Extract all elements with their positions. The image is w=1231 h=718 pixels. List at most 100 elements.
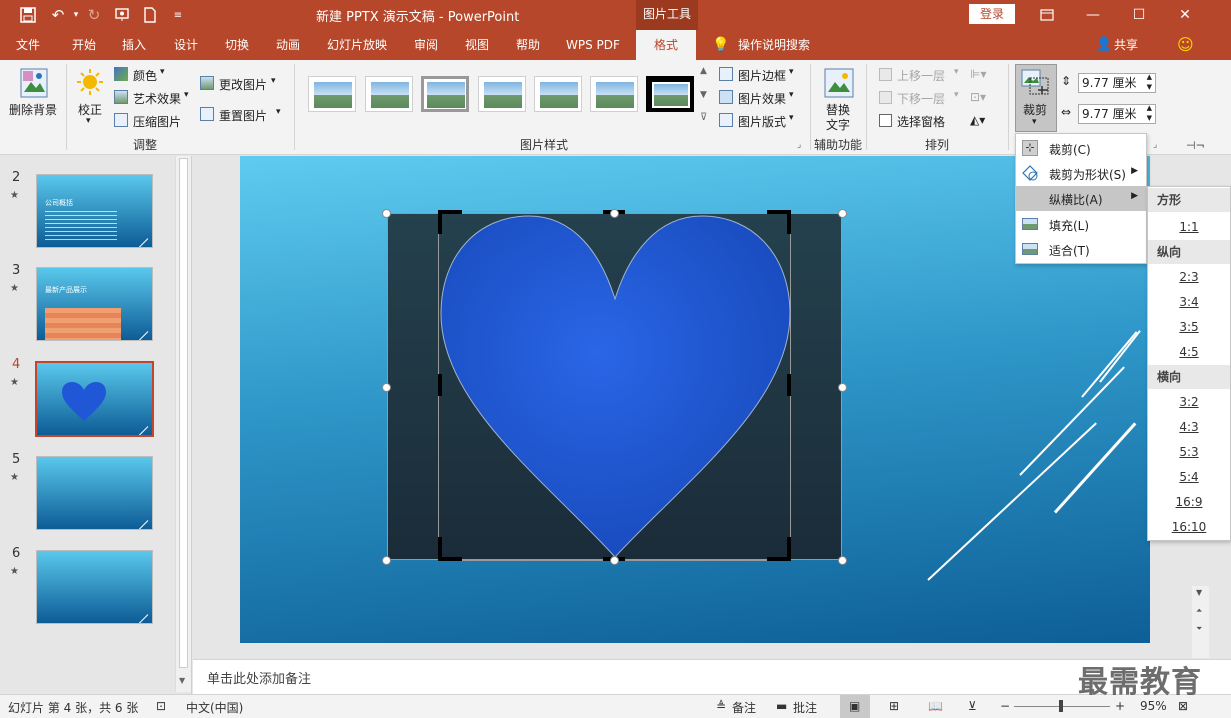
aspect-option-5-4[interactable]: 5:4 — [1148, 465, 1230, 490]
slide-thumbnail[interactable]: 最新产品展示 — [36, 267, 153, 341]
bring-forward-dropdown-icon[interactable]: ▾ — [954, 67, 959, 77]
crop-handle-left[interactable] — [438, 374, 442, 396]
resize-handle[interactable] — [610, 209, 619, 218]
reset-picture-dropdown-icon[interactable]: ▾ — [276, 107, 281, 117]
resize-handle[interactable] — [838, 556, 847, 565]
aspect-option-4-3[interactable]: 4:3 — [1148, 415, 1230, 440]
zoom-slider-thumb[interactable] — [1059, 700, 1063, 712]
picture-style-4[interactable] — [478, 76, 526, 112]
editor-scrollbar[interactable]: ▼ ⏶ ⏷ — [1192, 586, 1209, 658]
tell-me-search[interactable]: 操作说明搜索 — [738, 30, 810, 60]
resize-handle[interactable] — [382, 209, 391, 218]
slide-thumbnail[interactable] — [36, 550, 153, 624]
reset-picture-button[interactable]: 重置图片 — [219, 107, 267, 124]
menu-item-fit[interactable]: 适合(T) — [1016, 237, 1146, 262]
scroll-down-icon[interactable]: ▼ — [1196, 588, 1202, 597]
zoom-in-icon[interactable]: + — [1115, 699, 1125, 713]
tab-design[interactable]: 设计 — [174, 30, 198, 60]
tab-file[interactable]: 文件 — [16, 30, 40, 60]
corrections-icon[interactable] — [76, 68, 104, 99]
menu-item-crop-to-shape[interactable]: 裁剪为形状(S) ▶ — [1016, 161, 1146, 186]
language-indicator[interactable]: 中文(中国) — [186, 699, 243, 716]
menu-item-crop[interactable]: ⊹ 裁剪(C) — [1016, 136, 1146, 161]
artistic-effects-button[interactable]: 艺术效果 — [133, 90, 181, 107]
change-picture-button[interactable]: 更改图片 — [219, 76, 267, 93]
color-dropdown-icon[interactable]: ▾ — [160, 67, 165, 77]
slide-thumbnail-current[interactable] — [35, 361, 154, 437]
picture-layout-button[interactable]: 图片版式 — [738, 113, 786, 130]
picture-layout-dropdown-icon[interactable]: ▾ — [789, 113, 794, 123]
close-icon[interactable]: ✕ — [1162, 0, 1208, 30]
undo-icon[interactable]: ↶ — [48, 5, 68, 25]
tab-wps-pdf[interactable]: WPS PDF — [566, 30, 620, 60]
resize-handle[interactable] — [382, 556, 391, 565]
size-launcher-icon[interactable]: ⌟ — [1153, 140, 1157, 150]
aspect-option-3-2[interactable]: 3:2 — [1148, 390, 1230, 415]
slides-panel-scrollbar[interactable]: ▼ — [175, 156, 191, 692]
new-file-icon[interactable] — [140, 5, 160, 25]
selection-pane-button[interactable]: 选择窗格 — [897, 113, 945, 130]
previous-slide-icon[interactable]: ⏶ — [1196, 606, 1202, 616]
customize-toolbar-icon[interactable]: ≡ — [168, 5, 188, 25]
comments-toggle-button[interactable]: 批注 — [793, 699, 817, 716]
scrollbar-thumb[interactable] — [179, 158, 188, 668]
redo-icon[interactable]: ↻ — [84, 5, 104, 25]
crop-handle-top-right-v[interactable] — [787, 210, 791, 234]
height-spinner-icon[interactable]: ▲ ▼ — [1147, 72, 1152, 92]
resize-handle[interactable] — [610, 556, 619, 565]
tab-review[interactable]: 审阅 — [414, 30, 438, 60]
picture-style-6[interactable] — [590, 76, 638, 112]
change-picture-dropdown-icon[interactable]: ▾ — [271, 76, 276, 86]
rotate-icon[interactable]: ◭▾ — [970, 113, 985, 127]
spell-check-icon[interactable]: ⊡ — [156, 699, 166, 713]
slideshow-view-icon[interactable]: ⊻ — [968, 699, 977, 713]
aspect-option-4-5[interactable]: 4:5 — [1148, 340, 1230, 365]
send-backward-button[interactable]: 下移一层 — [897, 90, 945, 107]
picture-style-5[interactable] — [534, 76, 582, 112]
artistic-effects-dropdown-icon[interactable]: ▾ — [184, 90, 189, 100]
aspect-option-5-3[interactable]: 5:3 — [1148, 440, 1230, 465]
remove-background-icon[interactable] — [20, 68, 48, 101]
resize-handle[interactable] — [382, 383, 391, 392]
tab-view[interactable]: 视图 — [465, 30, 489, 60]
aspect-option-1-1[interactable]: 1:1 — [1148, 215, 1230, 240]
login-button[interactable]: 登录 — [969, 4, 1015, 24]
reading-view-icon[interactable]: 📖 — [928, 699, 943, 713]
aspect-option-3-5[interactable]: 3:5 — [1148, 315, 1230, 340]
alt-text-label-line2[interactable]: 文字 — [826, 116, 850, 133]
picture-border-button[interactable]: 图片边框 — [738, 67, 786, 84]
gallery-more-icon[interactable]: ⊽ — [700, 112, 707, 123]
resize-handle[interactable] — [838, 209, 847, 218]
corrections-dropdown-icon[interactable]: ▾ — [86, 116, 91, 126]
tab-help[interactable]: 帮助 — [516, 30, 540, 60]
height-input[interactable]: 9.77 厘米 ▲ ▼ — [1078, 73, 1156, 93]
crop-region[interactable] — [438, 211, 791, 561]
width-input[interactable]: 9.77 厘米 ▲ ▼ — [1078, 104, 1156, 124]
crop-handle-top-left-v[interactable] — [438, 210, 442, 234]
aspect-option-2-3[interactable]: 2:3 — [1148, 265, 1230, 290]
bring-forward-button[interactable]: 上移一层 — [897, 67, 945, 84]
collapse-ribbon-icon[interactable]: ⊣¬ — [1186, 139, 1205, 152]
picture-effects-button[interactable]: 图片效果 — [738, 90, 786, 107]
tab-insert[interactable]: 插入 — [122, 30, 146, 60]
tab-transitions[interactable]: 切换 — [225, 30, 249, 60]
tab-home[interactable]: 开始 — [72, 30, 96, 60]
aspect-option-3-4[interactable]: 3:4 — [1148, 290, 1230, 315]
slide-thumbnail[interactable]: 公司概括 — [36, 174, 153, 248]
notes-pane[interactable]: 单击此处添加备注 — [193, 659, 1231, 694]
tab-format[interactable]: 格式 — [636, 30, 696, 60]
smiley-feedback-icon[interactable]: ☺ — [1177, 30, 1194, 60]
zoom-out-icon[interactable]: − — [1000, 699, 1010, 713]
crop-handle-bottom-left-v[interactable] — [438, 537, 442, 561]
group-objects-icon[interactable]: ⊡▾ — [970, 90, 986, 104]
gallery-scroll-down-icon[interactable]: ▼ — [700, 90, 707, 100]
ribbon-display-options-icon[interactable] — [1024, 0, 1070, 30]
menu-item-aspect-ratio[interactable]: 纵横比(A) ▶ — [1016, 186, 1146, 211]
crop-button[interactable]: 裁剪 ▾ — [1015, 64, 1057, 132]
share-button[interactable]: 共享 — [1114, 30, 1138, 60]
minimize-icon[interactable]: — — [1070, 0, 1116, 30]
alt-text-icon[interactable] — [824, 68, 854, 101]
resize-handle[interactable] — [838, 383, 847, 392]
picture-style-2[interactable] — [365, 76, 413, 112]
picture-style-7[interactable] — [646, 76, 694, 112]
